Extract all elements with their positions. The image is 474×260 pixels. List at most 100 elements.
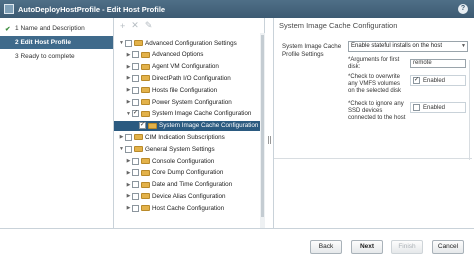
add-icon[interactable]: + xyxy=(120,21,125,31)
tree-toolbar: + ✕ ✎ xyxy=(114,18,264,33)
checkbox-label: Enabled xyxy=(423,77,446,84)
tree-row-label: Agent VM Configuration xyxy=(152,63,219,71)
tree-checkbox[interactable] xyxy=(125,133,132,141)
checkbox[interactable] xyxy=(413,104,420,111)
tree-checkbox[interactable] xyxy=(132,86,139,94)
pane-splitter[interactable] xyxy=(265,18,274,228)
profile-tree-panel: + ✕ ✎ ▼ Advanced Configuration Settings ▶ A… xyxy=(114,18,265,228)
tree-row[interactable]: ▶ CIM Indication Subscriptions xyxy=(114,132,225,142)
chevron-right-icon[interactable]: ▶ xyxy=(118,133,125,141)
settings-divider xyxy=(274,158,472,159)
overwrite-label: *Check to overwrite any VMFS volumes on … xyxy=(348,74,402,94)
ignore-ssd-checkbox[interactable]: Enabled xyxy=(410,102,466,113)
tree-row[interactable]: ▶ Host Cache Configuration xyxy=(114,203,224,213)
checkbox-label: Enabled xyxy=(423,104,446,111)
tree-checkbox[interactable] xyxy=(132,169,139,177)
args-input[interactable]: remote xyxy=(410,59,466,68)
chevron-right-icon[interactable]: ▶ xyxy=(125,98,132,106)
step-number: 3 xyxy=(15,53,19,60)
tree-checkbox[interactable] xyxy=(132,157,139,165)
cancel-button[interactable]: Cancel xyxy=(432,240,464,254)
scrollbar-thumb[interactable] xyxy=(261,35,264,217)
finish-button[interactable]: Finish xyxy=(391,240,423,254)
tree-checkbox[interactable]: ✓ xyxy=(139,122,146,130)
tree-checkbox[interactable] xyxy=(132,74,139,82)
folder-icon xyxy=(134,146,143,153)
tree-row[interactable]: ▶ DirectPath I/O Configuration xyxy=(114,73,231,83)
step-edit-host-profile[interactable]: 2 Edit Host Profile xyxy=(0,36,113,49)
overwrite-checkbox[interactable]: ✓ Enabled xyxy=(410,75,466,86)
tree-row[interactable]: ✓ System Image Cache Configuration xyxy=(114,120,260,131)
tree-checkbox[interactable] xyxy=(132,63,139,71)
step-number: 2 xyxy=(15,39,19,46)
tree-row[interactable]: ▶ Core Dump Configuration xyxy=(114,168,223,178)
tree-checkbox[interactable] xyxy=(132,98,139,106)
chevron-right-icon[interactable]: ▶ xyxy=(125,63,132,71)
tree-row-label: Advanced Configuration Settings xyxy=(145,39,237,47)
chevron-right-icon[interactable]: ▶ xyxy=(125,192,132,200)
remove-icon[interactable]: ✕ xyxy=(131,20,139,31)
tree-row[interactable]: ▶ Advanced Options xyxy=(114,50,203,60)
tree-row[interactable]: ▼ ✓ System Image Cache Configuration xyxy=(114,109,251,119)
chevron-right-icon[interactable]: ▶ xyxy=(125,86,132,94)
profile-tree[interactable]: ▼ Advanced Configuration Settings ▶ Advance… xyxy=(114,33,260,228)
step-label: Ready to complete xyxy=(20,53,75,60)
step-label: Edit Host Profile xyxy=(20,39,71,46)
folder-icon xyxy=(141,51,150,58)
splitter-grip-icon[interactable] xyxy=(268,136,271,144)
tree-row[interactable]: ▶ Device Alias Configuration xyxy=(114,191,226,201)
window-titlebar: AutoDeployHostProfile - Edit Host Profil… xyxy=(0,0,474,18)
chevron-down-icon[interactable]: ▼ xyxy=(118,39,125,47)
tree-row[interactable]: ▶ Power System Configuration xyxy=(114,97,232,107)
policy-select[interactable]: Enable stateful installs on the host ▼ xyxy=(348,41,468,52)
next-button[interactable]: Next xyxy=(351,240,383,254)
tree-checkbox[interactable]: ✓ xyxy=(132,110,139,118)
chevron-down-icon[interactable]: ▼ xyxy=(125,110,132,118)
chevron-right-icon[interactable]: ▶ xyxy=(125,169,132,177)
edit-icon[interactable]: ✎ xyxy=(145,20,153,31)
chevron-right-icon[interactable]: ▶ xyxy=(125,204,132,212)
tree-row-label: System Image Cache Configuration xyxy=(152,110,252,118)
back-button[interactable]: Back xyxy=(310,240,342,254)
chevron-right-icon[interactable]: ▶ xyxy=(125,74,132,82)
tree-row[interactable]: ▼ General System Settings xyxy=(114,144,215,154)
ignore-ssd-label: *Check to ignore any SSD devices connect… xyxy=(348,101,406,121)
folder-icon xyxy=(141,158,150,164)
tree-checkbox[interactable] xyxy=(132,51,139,59)
settings-panel: System Image Cache Configuration System … xyxy=(274,18,474,228)
step-label: Name and Description xyxy=(20,25,85,32)
tree-row[interactable]: ▶ Hosts file Configuration xyxy=(114,85,217,95)
chevron-down-icon[interactable]: ▼ xyxy=(118,145,125,153)
tree-row[interactable]: ▼ Advanced Configuration Settings xyxy=(114,38,237,48)
folder-icon xyxy=(141,181,150,188)
tree-checkbox[interactable] xyxy=(125,39,132,47)
chevron-right-icon[interactable]: ▶ xyxy=(125,181,132,189)
tree-checkbox[interactable] xyxy=(132,192,139,200)
tree-row-label: Host Cache Configuration xyxy=(152,204,225,212)
folder-icon xyxy=(134,134,143,141)
wizard-steps: ✔ 1 Name and Description 2 Edit Host Pro… xyxy=(0,18,114,260)
tree-checkbox[interactable] xyxy=(132,181,139,189)
tree-row-label: DirectPath I/O Configuration xyxy=(152,74,231,82)
tree-row[interactable]: ▶ Agent VM Configuration xyxy=(114,62,219,72)
tree-row[interactable]: ▶ Console Configuration xyxy=(114,156,214,166)
checkbox[interactable]: ✓ xyxy=(413,77,420,84)
chevron-right-icon[interactable]: ▶ xyxy=(125,157,132,165)
checkmark-icon: ✔ xyxy=(5,25,11,33)
help-icon[interactable]: ? xyxy=(458,4,468,14)
tree-checkbox[interactable] xyxy=(132,204,139,212)
step-ready-to-complete[interactable]: 3 Ready to complete xyxy=(0,50,113,63)
tree-row-label: Hosts file Configuration xyxy=(152,86,218,94)
tree-row[interactable]: ▶ Date and Time Configuration xyxy=(114,180,232,190)
tree-row-label: Device Alias Configuration xyxy=(152,192,226,200)
step-name-and-description[interactable]: ✔ 1 Name and Description xyxy=(0,22,113,35)
folder-icon xyxy=(141,99,150,105)
chevron-right-icon[interactable]: ▶ xyxy=(125,51,132,59)
tree-checkbox[interactable] xyxy=(125,145,132,153)
settings-divider xyxy=(469,60,473,160)
window-title: AutoDeployHostProfile - Edit Host Profil… xyxy=(18,4,166,14)
tree-row-label: Core Dump Configuration xyxy=(152,169,224,177)
chevron-down-icon[interactable]: ▼ xyxy=(461,42,466,51)
folder-icon xyxy=(141,110,150,117)
